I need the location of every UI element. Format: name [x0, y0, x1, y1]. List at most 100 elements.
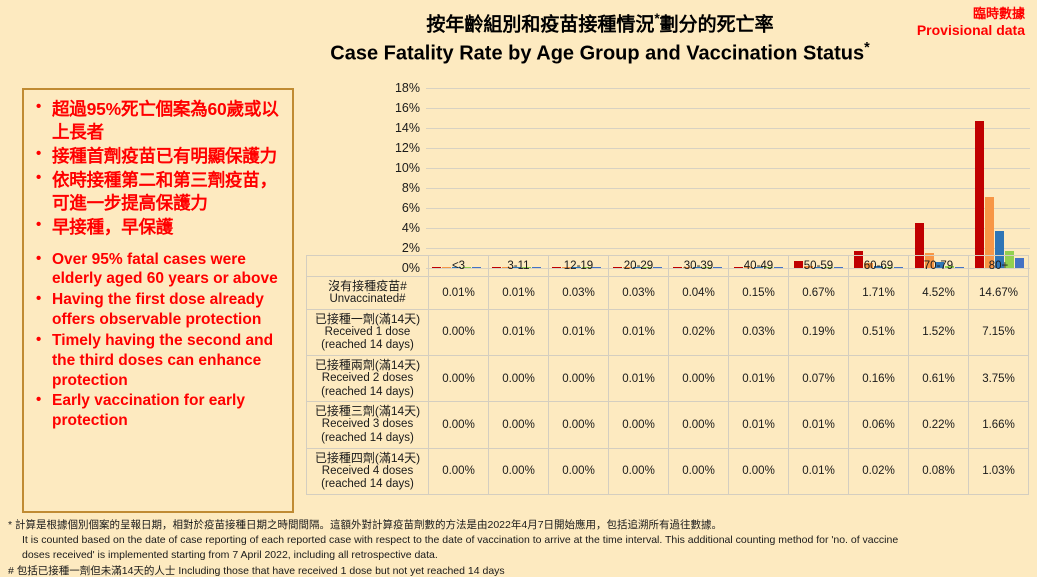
- row-label-english: Received 1 dose: [324, 325, 411, 338]
- table-cell: 3.75%: [968, 354, 1029, 403]
- chart-plot-area: [426, 88, 1030, 269]
- table-cell: 0.01%: [788, 447, 849, 495]
- list-item: Over 95% fatal cases were elderly aged 6…: [28, 249, 286, 290]
- row-label-chinese: 已接種四劑(滿14天): [314, 450, 421, 465]
- table-cell: 1.71%: [848, 276, 909, 310]
- footnote-line-2: It is counted based on the date of case …: [22, 534, 899, 547]
- table-cell: 0.02%: [848, 447, 909, 495]
- table-cell: 0.01%: [488, 308, 549, 357]
- table-cell: 0.01%: [608, 354, 669, 403]
- row-label-english: Received 2 doses: [321, 372, 414, 385]
- table-cell: 0.00%: [428, 354, 489, 403]
- cfr-data-table: <3 3-11 12-19 20-29 30-39 40-49 50-59 60-69 70-7…: [306, 255, 1029, 495]
- footnote-line-3: doses received' is implemented starting …: [22, 549, 438, 562]
- table-corner-cell: [306, 255, 429, 277]
- cfr-data-table-wrapper: <3 3-11 12-19 20-29 30-39 40-49 50-59 60-69 70-7…: [306, 255, 1029, 495]
- title-english-main: Case Fatality Rate by Age Group and Vacc…: [330, 42, 865, 65]
- y-axis-tick: 4%: [401, 221, 420, 235]
- list-item: 早接種，早保護: [28, 215, 286, 239]
- table-cell: 1.52%: [908, 308, 969, 357]
- row-label-english: Received 4 doses: [321, 464, 414, 477]
- table-cell: 0.00%: [668, 354, 729, 403]
- chart-bar-group: [547, 88, 607, 268]
- table-row: 沒有接種疫苗# Unvaccinated# 0.01% 0.01% 0.03% 0.03%…: [306, 276, 1029, 310]
- y-axis-tick: 10%: [394, 161, 420, 175]
- table-row-label: 已接種四劑(滿14天) Received 4 doses (reached 14 d…: [306, 447, 429, 495]
- chart-bar-group: [486, 88, 546, 268]
- table-cell: 0.03%: [728, 308, 789, 357]
- row-label-english-2: (reached 14 days): [321, 478, 414, 491]
- title-chinese-main: 按年齡組別和疫苗接種情況: [426, 14, 655, 36]
- row-label-english: Unvaccinated#: [329, 293, 406, 306]
- title-chinese-tail: 劃分的死亡率: [659, 14, 774, 36]
- table-cell: 0.03%: [548, 276, 609, 310]
- list-item: Having the first dose already offers obs…: [28, 289, 286, 330]
- table-column-header: 12-19: [548, 255, 609, 277]
- table-cell: 0.00%: [428, 447, 489, 495]
- table-header-row: <3 3-11 12-19 20-29 30-39 40-49 50-59 60-69 70-7…: [306, 255, 1029, 277]
- table-cell: 0.00%: [608, 447, 669, 495]
- table-cell: 0.00%: [668, 401, 729, 449]
- table-column-header: 80+: [968, 255, 1029, 277]
- cfr-bar-chart: 0% 2% 4% 6% 8% 10% 12% 14% 16% 18%: [380, 81, 1030, 275]
- table-body: 沒有接種疫苗# Unvaccinated# 0.01% 0.01% 0.03% 0.03%…: [306, 276, 1029, 495]
- table-cell: 0.03%: [608, 276, 669, 310]
- table-cell: 0.51%: [848, 308, 909, 357]
- table-cell: 0.01%: [488, 276, 549, 310]
- table-cell: 0.22%: [908, 401, 969, 449]
- table-cell: 0.00%: [488, 401, 549, 449]
- table-cell: 0.00%: [488, 447, 549, 495]
- chart-bar-group: [607, 88, 667, 268]
- table-cell: 0.15%: [728, 276, 789, 310]
- row-label-chinese: 已接種兩劑(滿14天): [314, 358, 421, 372]
- table-cell: 0.00%: [608, 401, 669, 449]
- chart-bar-group: [788, 88, 848, 268]
- table-cell: 7.15%: [968, 308, 1029, 357]
- table-cell: 0.01%: [728, 354, 789, 403]
- list-item: 依時接種第二和第三劑疫苗，可進一步提高保護力: [28, 168, 286, 215]
- table-column-header: 3-11: [488, 255, 549, 277]
- provisional-data-badge: 臨時數據 Provisional data: [917, 6, 1025, 40]
- table-cell: 0.00%: [548, 401, 609, 449]
- table-row-label: 已接種三劑(滿14天) Received 3 doses (reached 14 d…: [306, 401, 429, 449]
- list-item: 接種首劑疫苗已有明顯保護力: [28, 144, 286, 168]
- list-item: Early vaccination for early protection: [28, 390, 286, 431]
- y-axis-tick: 18%: [394, 81, 420, 95]
- row-label-english-2: (reached 14 days): [321, 385, 414, 398]
- table-cell: 1.03%: [968, 447, 1029, 495]
- table-cell: 0.01%: [728, 401, 789, 449]
- list-item: Timely having the second and the third d…: [28, 330, 286, 390]
- row-label-chinese: 沒有接種疫苗#: [328, 279, 407, 293]
- table-cell: 0.19%: [788, 308, 849, 357]
- table-head: <3 3-11 12-19 20-29 30-39 40-49 50-59 60-69 70-7…: [306, 255, 1029, 277]
- slide-root: 按年齡組別和疫苗接種情況*劃分的死亡率 Case Fatality Rate b…: [0, 0, 1037, 577]
- list-item: 超過95%死亡個案為60歲或以上長者: [28, 97, 286, 144]
- table-cell: 0.02%: [668, 308, 729, 357]
- footnotes: * 計算是根據個別個案的呈報日期，相對於疫苗接種日期之時間間隔。這額外對計算疫苗…: [8, 518, 1033, 577]
- table-cell: 14.67%: [968, 276, 1029, 310]
- chart-bar-group: [426, 88, 486, 268]
- chart-bar-group: [909, 88, 969, 268]
- chart-bar: [975, 121, 985, 268]
- y-axis-tick: 6%: [401, 201, 420, 215]
- table-column-header: 50-59: [788, 255, 849, 277]
- table-cell: 0.00%: [428, 401, 489, 449]
- table-cell: 0.00%: [668, 447, 729, 495]
- y-axis-tick: 16%: [394, 101, 420, 115]
- chart-bar-group: [970, 88, 1030, 268]
- y-axis-tick: 2%: [401, 241, 420, 255]
- row-label-chinese: 已接種一劑(滿14天): [314, 311, 421, 326]
- title-english: Case Fatality Rate by Age Group and Vacc…: [300, 39, 900, 67]
- key-findings-list: 超過95%死亡個案為60歲或以上長者 接種首劑疫苗已有明顯保護力 依時接種第二和…: [28, 97, 286, 431]
- chart-bar-group: [849, 88, 909, 268]
- provisional-label-chinese: 臨時數據: [972, 6, 1025, 21]
- table-column-header: 20-29: [608, 255, 669, 277]
- table-cell: 0.00%: [548, 447, 609, 495]
- table-cell: 0.07%: [788, 354, 849, 403]
- y-axis-tick: 14%: [394, 121, 420, 135]
- table-column-header: 70-79: [908, 255, 969, 277]
- table-cell: 0.00%: [428, 308, 489, 357]
- table-column-header: 30-39: [668, 255, 729, 277]
- table-cell: 0.16%: [848, 354, 909, 403]
- table-column-header: <3: [428, 255, 489, 277]
